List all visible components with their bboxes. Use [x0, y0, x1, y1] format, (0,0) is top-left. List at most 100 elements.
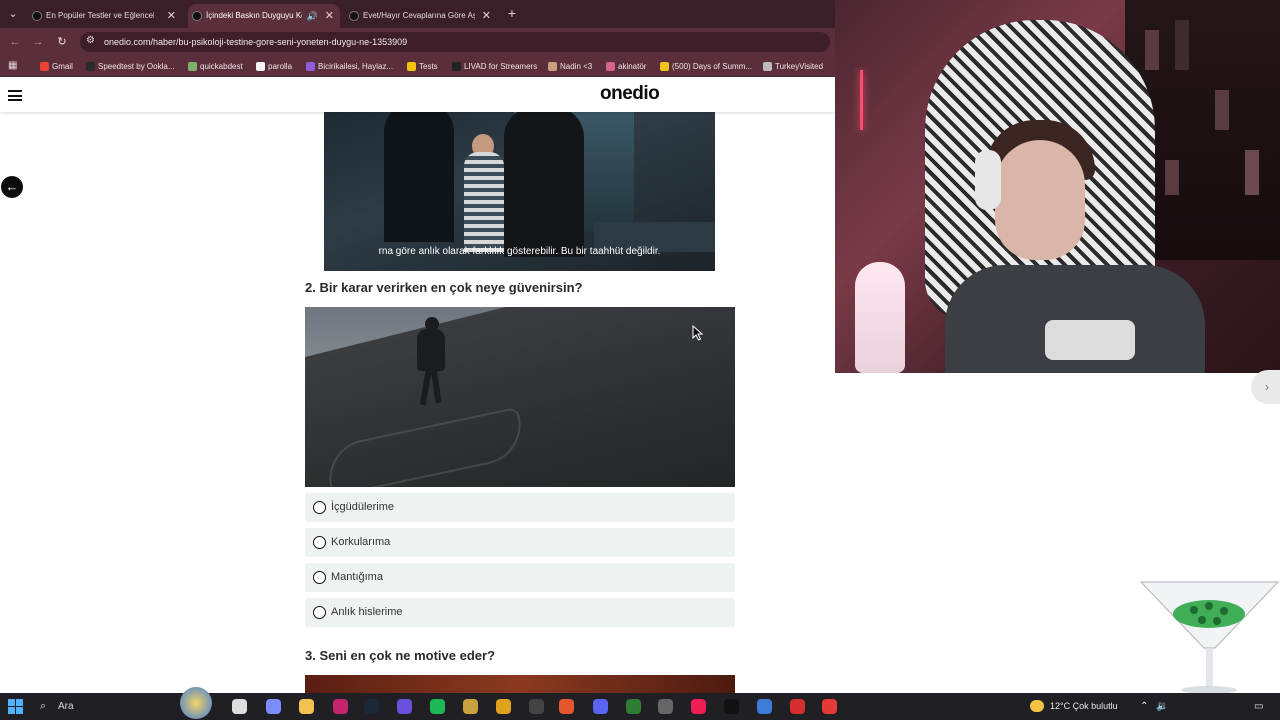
bookmark-item[interactable]: Speedtest by Ookla... — [86, 56, 175, 77]
discord-icon[interactable] — [593, 699, 608, 714]
weather-cloud-icon — [1030, 700, 1044, 712]
shirt-print — [1045, 320, 1135, 360]
tab-strip: ⌄ En Popüler Testler ve Eğlenceli ✕ İçin… — [0, 0, 835, 28]
bookmark-item[interactable]: Nadin <3 — [548, 56, 592, 77]
app-icon[interactable] — [790, 699, 805, 714]
menu-icon[interactable] — [8, 90, 22, 101]
windows-taskbar: ⌕ Ara 12°C Çok bulutlu ⌃ 🔉 ▭ — [0, 687, 1280, 720]
bookmark-label: quickabdest — [200, 62, 243, 71]
radio-button[interactable] — [313, 606, 326, 619]
bookmark-favicon-icon — [40, 62, 49, 71]
browser-toolbar: ← → ↻ ⚙ onedio.com/haber/bu-psikoloji-te… — [0, 28, 835, 56]
app-icon[interactable] — [757, 699, 772, 714]
close-tab-icon[interactable]: ✕ — [482, 4, 491, 28]
question-3-image — [305, 675, 735, 693]
taskbar-search[interactable]: ⌕ Ara — [38, 693, 74, 720]
question-3-title: 3. Seni en çok ne motive eder? — [305, 648, 496, 663]
answer-option[interactable]: Korkularıma — [305, 528, 735, 557]
answer-label: Anlık hislerime — [331, 606, 403, 618]
site-info-icon[interactable]: ⚙ — [86, 35, 95, 46]
back-icon[interactable]: ← — [8, 34, 22, 50]
windows-start-icon[interactable] — [8, 699, 23, 714]
site-logo[interactable]: onedio — [600, 83, 660, 105]
back-arrow-icon[interactable]: ← — [1, 176, 23, 198]
tab-title: En Popüler Testler ve Eğlenceli — [46, 11, 154, 20]
reload-icon[interactable]: ↻ — [55, 34, 69, 50]
bookmark-item[interactable]: Gmail — [40, 56, 73, 77]
radio-button[interactable] — [313, 501, 326, 514]
mouse-cursor-icon — [692, 325, 704, 341]
video-figure — [384, 112, 454, 242]
app-icon[interactable] — [626, 699, 641, 714]
file-explorer-icon[interactable] — [299, 699, 314, 714]
app-icon[interactable] — [658, 699, 673, 714]
bookmark-favicon-icon — [407, 62, 416, 71]
tab-en-populer-testler[interactable]: En Popüler Testler ve Eğlenceli ✕ — [32, 4, 182, 28]
search-icon: ⌕ — [40, 700, 47, 712]
bookmark-item[interactable]: parolla — [256, 56, 292, 77]
search-highlight-icon[interactable] — [180, 687, 212, 719]
bookmark-label: (500) Days of Summ... — [672, 62, 753, 71]
forward-icon[interactable]: → — [31, 34, 45, 50]
app-icon[interactable] — [529, 699, 544, 714]
webcam-overlay — [835, 0, 1280, 373]
tab-icindeki-baskin-duyguyu[interactable]: İçindeki Baskın Duyguyu Ke 🔊 ✕ — [188, 4, 340, 28]
bookmark-item[interactable]: quickabdest — [188, 56, 243, 77]
address-bar[interactable]: ⚙ onedio.com/haber/bu-psikoloji-testine-… — [80, 32, 830, 52]
bookmark-item[interactable]: Tests — [407, 56, 438, 77]
bookmark-favicon-icon — [763, 62, 772, 71]
bookmark-label: Bicirikailesi, Haylaz... — [318, 62, 394, 71]
tab-search-button[interactable]: ⌄ — [4, 5, 22, 23]
chrome-icon[interactable] — [496, 699, 511, 714]
apps-grid-icon[interactable]: ▦ — [8, 60, 17, 71]
app-icon[interactable] — [333, 699, 348, 714]
tab-title: Evet/Hayır Cevaplarına Göre Aş — [363, 11, 475, 20]
side-panel-chevron-icon[interactable]: › — [1251, 370, 1280, 404]
tray-chevron-icon[interactable]: ⌃ — [1140, 693, 1148, 720]
steam-icon[interactable] — [364, 699, 379, 714]
app-icon[interactable] — [822, 699, 837, 714]
speaker-icon[interactable]: 🔊 — [307, 4, 318, 28]
bookmark-item[interactable]: TurkeyVisited — [763, 56, 823, 77]
answer-option[interactable]: İçgüdülerime — [305, 493, 735, 522]
weather-text: 12°C Çok bulutlu — [1050, 701, 1118, 711]
new-tab-icon[interactable]: + — [505, 4, 519, 22]
answer-label: Mantığıma — [331, 571, 383, 583]
tiktok-icon[interactable] — [724, 699, 739, 714]
answer-option[interactable]: Anlık hislerime — [305, 598, 735, 627]
notification-icon[interactable]: ▭ — [1254, 693, 1263, 720]
bookmark-label: Gmail — [52, 62, 73, 71]
bookmark-item[interactable]: Bicirikailesi, Haylaz... — [306, 56, 393, 77]
tiktok-icon[interactable] — [691, 699, 706, 714]
radio-button[interactable] — [313, 571, 326, 584]
bookmark-item[interactable]: LIVAD for Streamers — [452, 56, 537, 77]
app-icon[interactable] — [559, 699, 574, 714]
search-placeholder: Ara — [58, 701, 74, 712]
task-view-icon[interactable] — [232, 699, 247, 714]
url-text[interactable]: onedio.com/haber/bu-psikoloji-testine-go… — [104, 32, 407, 52]
bookmark-favicon-icon — [548, 62, 557, 71]
onedio-favicon-icon — [192, 11, 202, 21]
web-page: onedio ← rna göre anlık olarak farklılık… — [0, 78, 835, 693]
tab-evet-hayir[interactable]: Evet/Hayır Cevaplarına Göre Aş ✕ — [349, 4, 497, 28]
bookmark-item[interactable]: (500) Days of Summ... — [660, 56, 752, 77]
close-tab-icon[interactable]: ✕ — [325, 4, 334, 28]
radio-button[interactable] — [313, 536, 326, 549]
bookmarks-bar: ▦ Gmail Speedtest by Ookla... quickabdest p… — [0, 56, 835, 77]
close-tab-icon[interactable]: ✕ — [167, 4, 176, 28]
app-icon[interactable] — [463, 699, 478, 714]
spotify-icon[interactable] — [430, 699, 445, 714]
microphone-icon — [855, 262, 905, 373]
bookmark-favicon-icon — [606, 62, 615, 71]
onedio-favicon-icon — [349, 11, 359, 21]
video-figure — [464, 152, 504, 252]
question-2-image — [305, 307, 735, 487]
bookmark-item[interactable]: akinatör — [606, 56, 646, 77]
answer-option[interactable]: Mantığıma — [305, 563, 735, 592]
volume-icon[interactable]: 🔉 — [1156, 693, 1168, 720]
copilot-icon[interactable] — [266, 699, 281, 714]
obs-icon[interactable] — [397, 699, 412, 714]
video-player[interactable]: rna göre anlık olarak farklılık göstereb… — [324, 112, 715, 271]
weather-widget[interactable]: 12°C Çok bulutlu — [1030, 693, 1118, 720]
tab-title: İçindeki Baskın Duyguyu Ke — [206, 11, 302, 20]
